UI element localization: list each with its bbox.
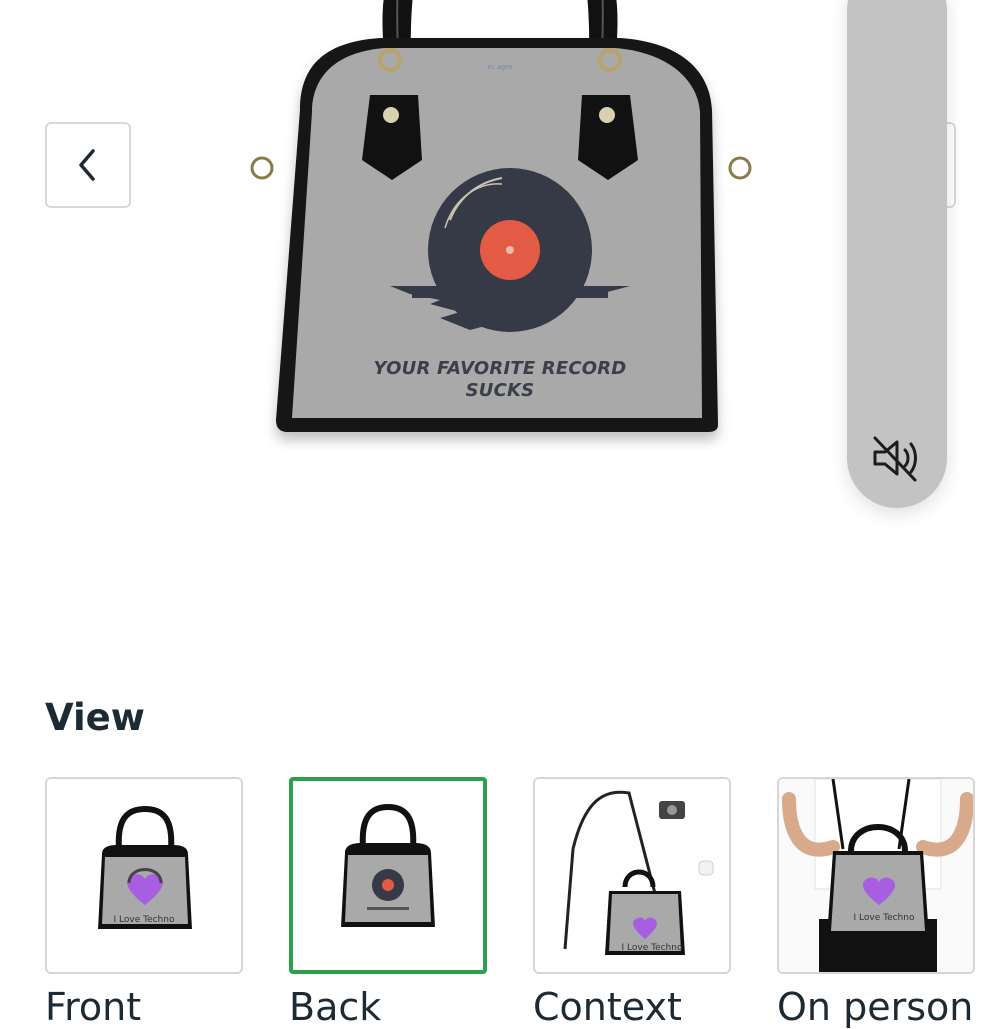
view-section-title: View — [45, 696, 145, 739]
main-product-image[interactable]: ec ages YOUR FAVORITE RECORD SUCKS — [240, 0, 760, 450]
thumbnail-front-print: I Love Techno — [113, 915, 175, 925]
previous-image-button[interactable] — [45, 122, 131, 208]
thumbnail-front-image — [98, 805, 192, 929]
bag-print-line-2: SUCKS — [465, 380, 535, 401]
thumbnail-front[interactable]: I Love Techno — [45, 777, 243, 974]
thumbnail-back-image — [341, 803, 435, 927]
thumbnail-on-person-label: On person — [777, 985, 974, 1029]
brand-tag: ec ages — [487, 64, 513, 71]
thumbnail-on-person-print: I Love Techno — [853, 913, 915, 923]
thumbnail-back[interactable] — [289, 777, 487, 974]
thumbnail-context-print: I Love Techno — [621, 943, 683, 953]
thumbnail-on-person-image — [779, 779, 973, 972]
thumbnail-back-label: Back — [289, 985, 382, 1029]
bag-print-line-1: YOUR FAVORITE RECORD — [373, 358, 627, 379]
chevron-left-icon — [79, 149, 95, 181]
thumbnail-on-person[interactable]: I Love Techno — [777, 777, 975, 974]
thumbnail-context[interactable]: I Love Techno — [533, 777, 731, 974]
thumbnail-front-label: Front — [45, 985, 142, 1029]
thumbnail-context-label: Context — [533, 985, 682, 1029]
product-image-carousel: ec ages YOUR FAVORITE RECORD SUCKS — [0, 0, 1000, 640]
video-control-panel[interactable] — [847, 0, 947, 508]
speaker-muted-icon[interactable] — [869, 430, 925, 486]
